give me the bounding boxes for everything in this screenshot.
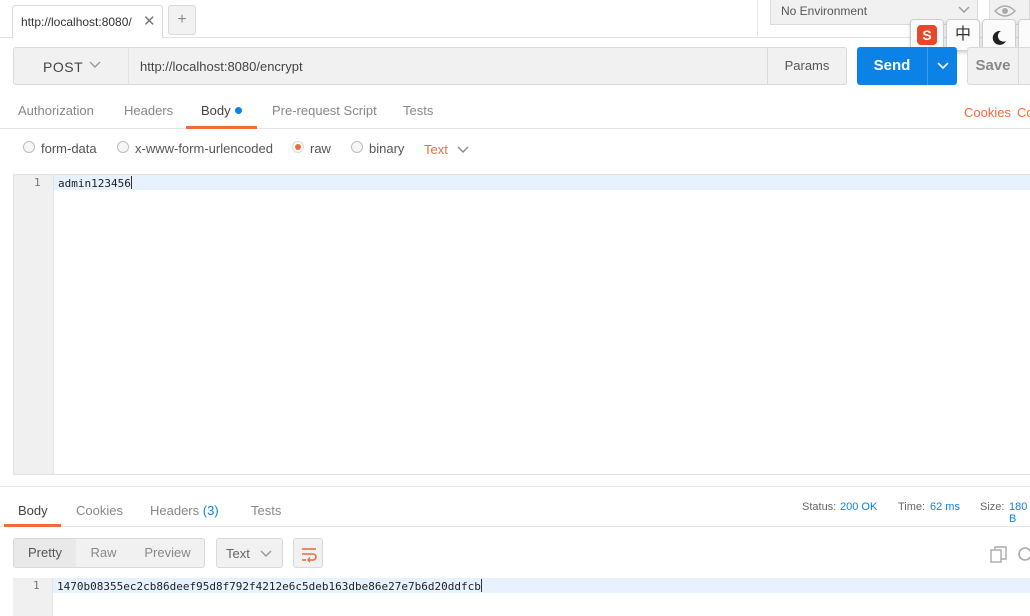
chevron-down-icon (937, 62, 949, 70)
response-tabs: Body Cookies Headers (3) Tests Status: 2… (0, 494, 1030, 527)
chevron-down-icon (259, 546, 273, 563)
radio-raw[interactable] (292, 141, 304, 153)
headers-count-badge: (3) (202, 503, 219, 518)
radio-urlencoded[interactable] (117, 141, 129, 153)
response-tab-cookies[interactable]: Cookies (76, 503, 123, 518)
response-tab-headers-label: Headers (150, 503, 200, 518)
plus-icon: + (177, 11, 187, 28)
params-button[interactable]: Params (767, 47, 847, 85)
response-body-viewer[interactable]: 1 1470b08355ec2cb86deef95d8f792f4212e6c5… (13, 578, 1030, 616)
request-body-editor[interactable]: 1 admin123456 (13, 174, 1030, 475)
response-body-text: 1470b08355ec2cb86deef95d8f792f4212e6c5de… (57, 579, 482, 593)
divider (757, 0, 758, 36)
text-cursor (480, 579, 482, 592)
wrap-lines-icon (302, 548, 317, 563)
method-label: POST (43, 59, 84, 75)
sogou-ime-icon: S (917, 25, 937, 45)
time-label: Time: (898, 501, 926, 513)
text-cursor (130, 176, 132, 189)
search-icon[interactable] (1016, 546, 1030, 567)
tab-pre-request-script[interactable]: Pre-request Script (272, 103, 377, 118)
chevron-down-icon[interactable] (456, 142, 470, 159)
url-input[interactable]: http://localhost:8080/encrypt (128, 47, 768, 85)
send-options-button[interactable] (927, 47, 957, 85)
line-number: 1 (34, 176, 41, 189)
wrap-lines-button[interactable] (293, 538, 323, 568)
tab-tests[interactable]: Tests (403, 103, 433, 118)
method-select[interactable]: POST (13, 47, 129, 85)
tab-authorization[interactable]: Authorization (18, 103, 94, 118)
send-button[interactable]: Send (857, 47, 927, 85)
view-pretty-button[interactable]: Pretty (13, 538, 77, 568)
line-number: 1 (33, 579, 40, 592)
save-button[interactable]: Save (967, 47, 1019, 85)
time-value: 62 ms (930, 501, 960, 513)
chevron-down-icon (88, 57, 102, 74)
view-raw-button[interactable]: Raw (76, 538, 132, 568)
size-value: 180 B (1009, 501, 1028, 525)
chevron-down-icon (957, 2, 971, 19)
modified-dot-icon (234, 107, 242, 114)
active-tab-indicator (186, 126, 257, 129)
content-type-select[interactable]: Text (424, 142, 448, 157)
radio-urlencoded-label: x-www-form-urlencoded (135, 141, 273, 156)
save-options-button[interactable] (1018, 47, 1030, 85)
radio-form-data[interactable] (23, 141, 35, 153)
line-gutter (14, 175, 54, 474)
request-body-content: admin123456 (58, 177, 131, 190)
radio-binary-label: binary (369, 141, 405, 156)
code-link[interactable]: Code (1017, 105, 1030, 120)
radio-form-data-label: form-data (41, 141, 97, 156)
response-body-content: 1470b08355ec2cb86deef95d8f792f4212e6c5de… (57, 580, 481, 593)
tab-headers[interactable]: Headers (124, 103, 173, 118)
new-tab-button[interactable]: + (168, 5, 196, 35)
copy-icon[interactable] (990, 546, 1008, 567)
response-format-label: Text (226, 546, 250, 561)
tab-body-label: Body (201, 103, 231, 118)
request-body-text: admin123456 (58, 176, 132, 190)
tab-body[interactable]: Body (201, 103, 242, 118)
response-tab-tests[interactable]: Tests (251, 503, 281, 518)
radio-binary[interactable] (351, 141, 363, 153)
request-tab-label: http://localhost:8080/ (21, 15, 132, 29)
view-preview-button[interactable]: Preview (131, 538, 205, 568)
size-label: Size: (980, 501, 1005, 513)
status-value: 200 OK (840, 501, 878, 513)
active-tab-indicator (4, 524, 61, 527)
radio-raw-label: raw (310, 141, 331, 156)
active-line-highlight (14, 175, 1030, 190)
close-icon[interactable]: ✕ (143, 12, 156, 30)
environment-label: No Environment (781, 4, 868, 18)
body-type-selector: form-data x-www-form-urlencoded raw bina… (0, 136, 1030, 164)
tab-strip: http://localhost:8080/ ✕ + No Environmen… (0, 0, 1030, 39)
response-tab-headers[interactable]: Headers (3) (150, 503, 219, 518)
ime-language-label: 中 (954, 26, 971, 43)
response-tab-body[interactable]: Body (18, 503, 48, 518)
pane-divider[interactable] (0, 486, 1030, 487)
request-tab[interactable]: http://localhost:8080/ ✕ (12, 5, 163, 39)
status-label: Status: (802, 501, 837, 513)
request-tabs: Authorization Headers Body Pre-request S… (0, 96, 1030, 129)
cookies-link[interactable]: Cookies (964, 105, 1011, 120)
response-format-select[interactable]: Text (216, 538, 283, 568)
